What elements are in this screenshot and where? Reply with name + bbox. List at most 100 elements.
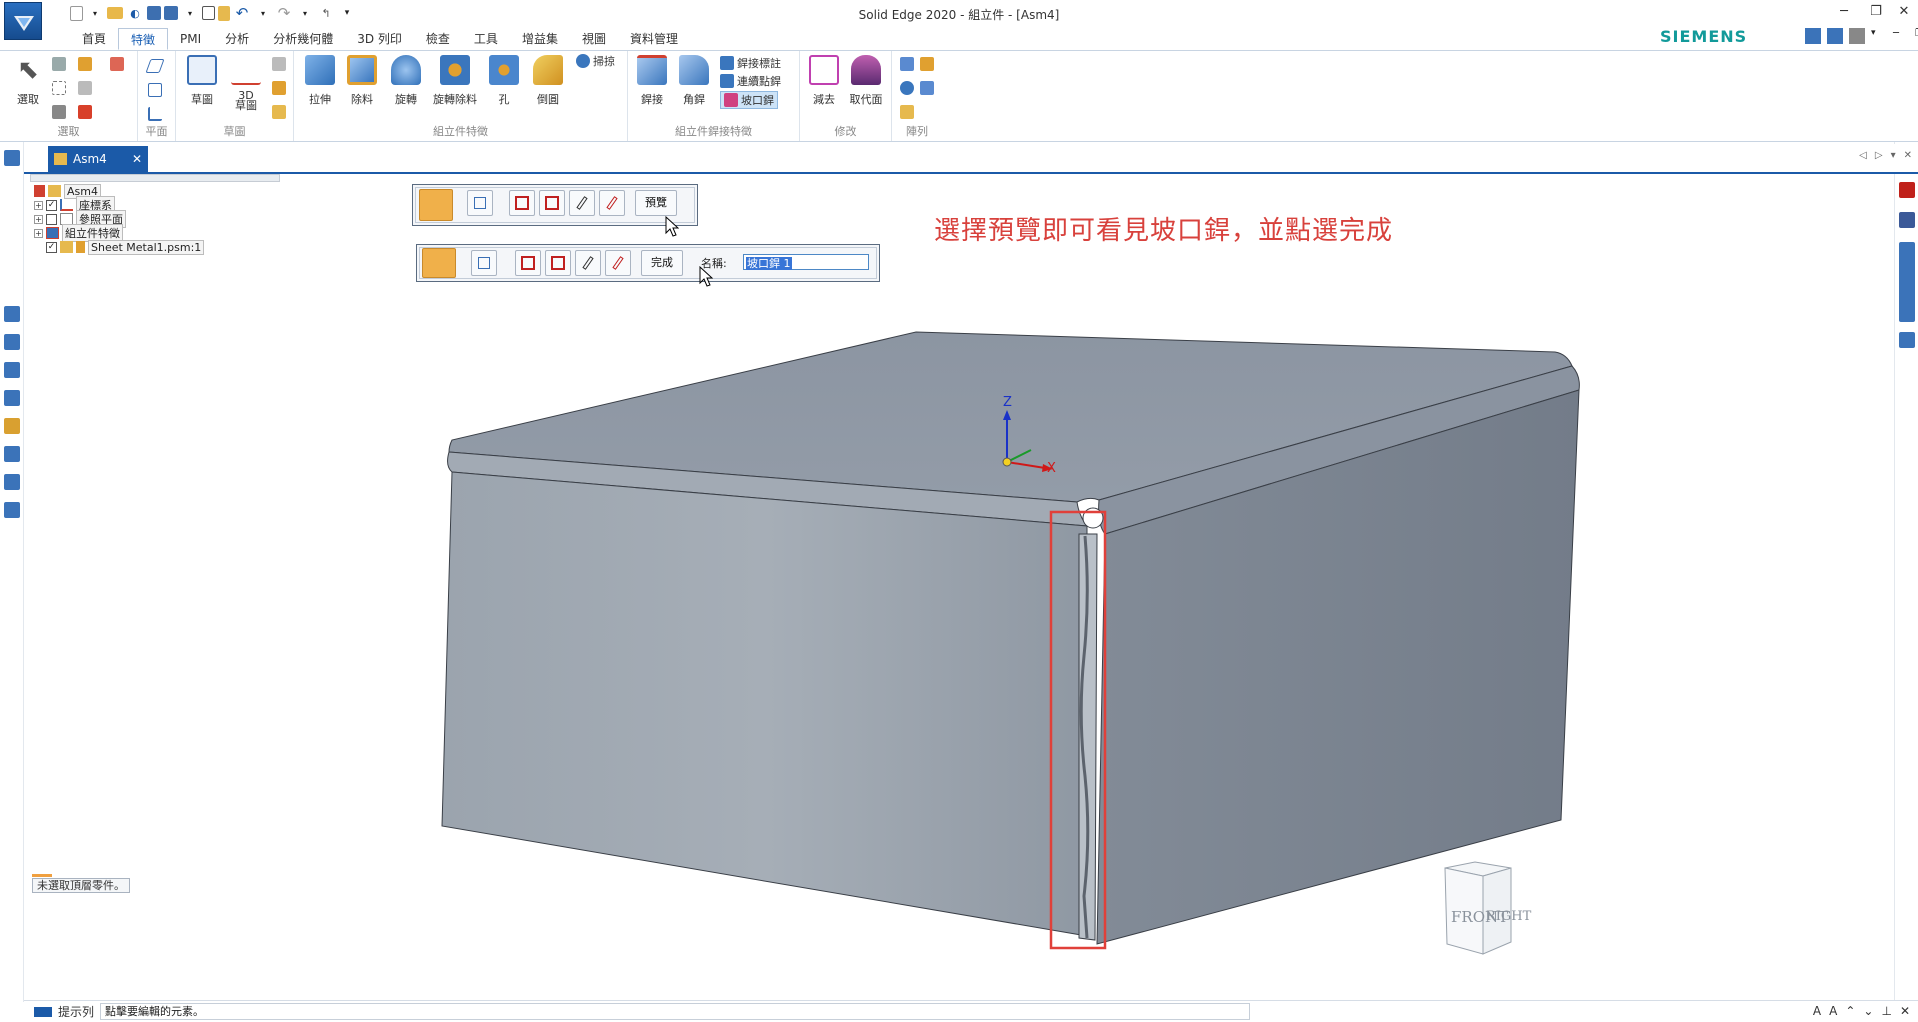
hole-button[interactable]: 孔 <box>484 55 524 107</box>
restore-button[interactable]: ❐ <box>1864 4 1888 22</box>
expand-icon[interactable]: + <box>34 228 43 238</box>
name-input[interactable]: 坡口銲 1 <box>743 254 869 270</box>
tab-data-management[interactable]: 資料管理 <box>618 28 690 50</box>
save-as-icon[interactable] <box>164 6 178 20</box>
mirror-button[interactable] <box>900 81 914 95</box>
close-all-tabs-icon[interactable]: ✕ <box>1904 150 1912 161</box>
pattern-button[interactable] <box>900 57 914 71</box>
commandbar-handle[interactable] <box>419 189 453 221</box>
save-icon[interactable] <box>147 6 161 20</box>
sweep-button[interactable]: 掃掠 <box>576 53 615 69</box>
pattern-part-button[interactable] <box>900 105 914 119</box>
revolved-cutout-button[interactable]: 旋轉除料 <box>430 55 480 107</box>
tab-scroll-left-icon[interactable]: ◁ <box>1859 150 1867 161</box>
expand-icon[interactable]: + <box>34 214 43 224</box>
dropdown-arrow-icon[interactable]: ▾ <box>86 4 104 22</box>
expand-icon[interactable]: + <box>34 200 43 210</box>
pathfinder-splitter[interactable] <box>30 174 280 182</box>
close-document-icon[interactable]: ✕ <box>132 152 142 166</box>
solid-edge-community-icon[interactable] <box>1899 242 1915 322</box>
layout-icon[interactable] <box>1827 28 1843 44</box>
collapse-prompt-icon[interactable]: ⌄ <box>1863 1004 1873 1018</box>
visibility-checkbox[interactable]: ✓ <box>46 241 57 253</box>
facebook-icon[interactable] <box>1899 212 1915 228</box>
open-folder-icon[interactable] <box>107 7 123 19</box>
stitch-weld-button[interactable]: 連續點銲 <box>720 73 781 89</box>
sketch-tool-button-1[interactable] <box>272 57 286 71</box>
tree-item-assembly-features[interactable]: + 組立件特徵 <box>34 224 123 242</box>
round-button[interactable]: 倒圓 <box>528 55 568 107</box>
properties-icon[interactable] <box>202 6 215 20</box>
select-face-set-1-button[interactable] <box>515 250 541 276</box>
groups-tab-icon[interactable] <box>4 474 20 490</box>
open-web-icon[interactable]: ◐ <box>126 4 144 22</box>
decrease-font-icon[interactable]: A <box>1829 1004 1837 1018</box>
duplicate-button[interactable] <box>920 81 934 95</box>
commandbar-handle[interactable] <box>422 248 456 278</box>
tab-3d-print[interactable]: 3D 列印 <box>345 28 414 50</box>
cutout-button[interactable]: 除料 <box>342 55 382 107</box>
options-button[interactable] <box>471 250 497 276</box>
tab-features[interactable]: 特徵 <box>118 28 169 50</box>
select-body-button[interactable] <box>78 105 92 119</box>
sketch-tool-button-3[interactable] <box>272 105 286 119</box>
redo-icon[interactable]: ↷ <box>275 4 293 22</box>
fillet-weld-button[interactable]: 角銲 <box>674 55 714 107</box>
plane-button[interactable] <box>145 59 165 73</box>
sketch-tool-button-2[interactable] <box>272 81 286 95</box>
groove-weld-button[interactable]: 坡口銲 <box>720 91 778 109</box>
document-tab-asm4[interactable]: Asm4 ✕ <box>48 146 148 172</box>
help-icon[interactable] <box>1849 28 1865 44</box>
replace-face-button[interactable]: 取代面 <box>846 55 886 107</box>
tab-pmi[interactable]: PMI <box>168 28 213 50</box>
sensors-tab-icon[interactable] <box>4 334 20 350</box>
select-feature-button[interactable] <box>52 105 66 119</box>
model-front-face[interactable] <box>441 471 1088 937</box>
tab-add-ins[interactable]: 增益集 <box>510 28 570 50</box>
ribbon-options-icon[interactable] <box>1805 28 1821 44</box>
select-filter-button[interactable] <box>52 57 66 71</box>
close-prompt-icon[interactable]: ✕ <box>1900 1004 1910 1018</box>
weld-button[interactable]: 銲接 <box>632 55 672 107</box>
cross-section-button[interactable] <box>569 190 595 216</box>
weld-label-button[interactable]: 銲接標註 <box>720 55 781 71</box>
graphics-window[interactable]: Z X FRONT RIGHT <box>279 176 1893 996</box>
visibility-checkbox[interactable]: ✓ <box>46 199 57 211</box>
preview-button[interactable]: 預覽 <box>635 190 677 216</box>
undo-icon[interactable]: ↶ <box>233 4 251 22</box>
finish-button[interactable]: 完成 <box>641 250 683 276</box>
tab-inspect[interactable]: 檢查 <box>414 28 462 50</box>
select-tools-tab-icon[interactable] <box>4 390 20 406</box>
treatment-button[interactable] <box>605 250 631 276</box>
plane-offset-button[interactable] <box>148 83 162 97</box>
whats-this-icon[interactable]: ↰ <box>317 4 335 22</box>
tab-analyze-geometry[interactable]: 分析幾何體 <box>261 28 345 50</box>
select-part-button[interactable] <box>78 57 92 71</box>
feature-library-tab-icon[interactable] <box>4 418 20 434</box>
tab-list-icon[interactable]: ▾ <box>1891 150 1896 161</box>
layers-tab-icon[interactable] <box>4 306 20 322</box>
3d-sketch-button[interactable]: 3D 草圖 <box>226 55 266 111</box>
revolve-button[interactable]: 旋轉 <box>386 55 426 107</box>
youtube-icon[interactable] <box>1899 182 1915 198</box>
parts-library-tab-icon[interactable] <box>4 362 20 378</box>
coordinate-system-button[interactable] <box>148 107 162 121</box>
dropdown-arrow-icon[interactable]: ▾ <box>296 4 314 22</box>
increase-font-icon[interactable]: A <box>1813 1004 1821 1018</box>
select-component-button[interactable] <box>78 81 92 95</box>
options-button[interactable] <box>467 190 493 216</box>
family-tab-icon[interactable] <box>4 446 20 462</box>
tab-home[interactable]: 首頁 <box>70 28 118 50</box>
pathfinder-tab-icon[interactable] <box>4 150 20 166</box>
expand-prompt-icon[interactable]: ⌃ <box>1845 1004 1855 1018</box>
quickpick-button[interactable] <box>110 57 124 71</box>
select-face-set-2-button[interactable] <box>545 250 571 276</box>
tab-analyze[interactable]: 分析 <box>213 28 261 50</box>
subtract-button[interactable]: 減去 <box>804 55 844 107</box>
customize-qat-icon[interactable]: ▾ <box>338 4 356 22</box>
application-menu-button[interactable] <box>4 2 42 40</box>
select-tool-button[interactable]: ⬉ 選取 <box>8 55 48 107</box>
learning-icon[interactable] <box>1899 332 1915 348</box>
view-cube[interactable]: FRONT RIGHT <box>1444 861 1532 955</box>
clipboard-icon[interactable] <box>218 5 230 21</box>
